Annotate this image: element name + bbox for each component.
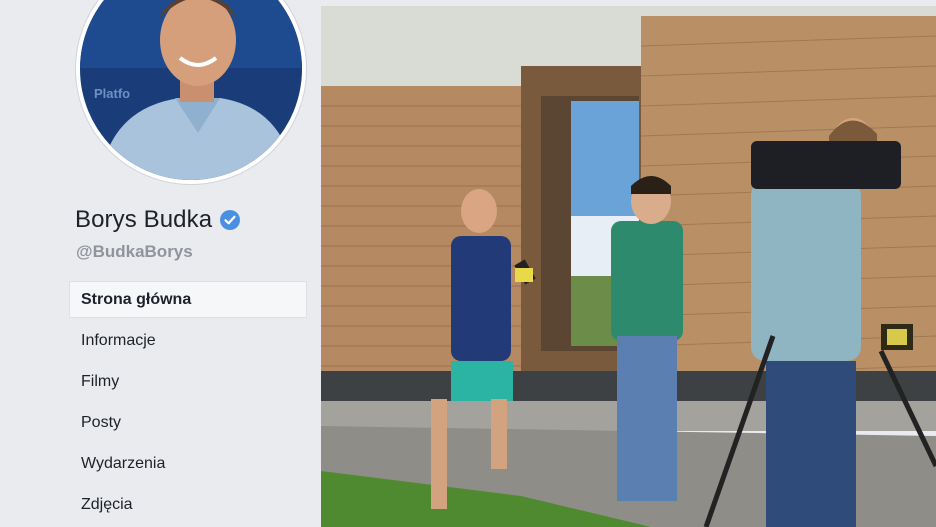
- nav-item-photos[interactable]: Zdjęcia: [69, 486, 307, 523]
- page-username[interactable]: @BudkaBorys: [76, 242, 193, 262]
- nav-item-posts[interactable]: Posty: [69, 404, 307, 441]
- page-sidebar: Platfo Borys Budka @BudkaBorys Strona gł…: [0, 0, 320, 527]
- avatar-image: Platfo: [80, 0, 302, 180]
- cover-photo[interactable]: [321, 6, 936, 527]
- svg-text:Platfo: Platfo: [94, 86, 130, 101]
- nav-item-events[interactable]: Wydarzenia: [69, 445, 307, 482]
- nav-item-about[interactable]: Informacje: [69, 322, 307, 359]
- nav-item-home[interactable]: Strona główna: [69, 281, 307, 318]
- page-nav: Strona główna Informacje Filmy Posty Wyd…: [69, 281, 307, 527]
- verified-badge-icon: [220, 210, 241, 230]
- nav-item-videos[interactable]: Filmy: [69, 363, 307, 400]
- profile-picture[interactable]: Platfo: [76, 0, 306, 184]
- cover-photo-image: [321, 6, 936, 527]
- page-name[interactable]: Borys Budka: [75, 206, 212, 234]
- page-name-row: Borys Budka: [75, 206, 241, 234]
